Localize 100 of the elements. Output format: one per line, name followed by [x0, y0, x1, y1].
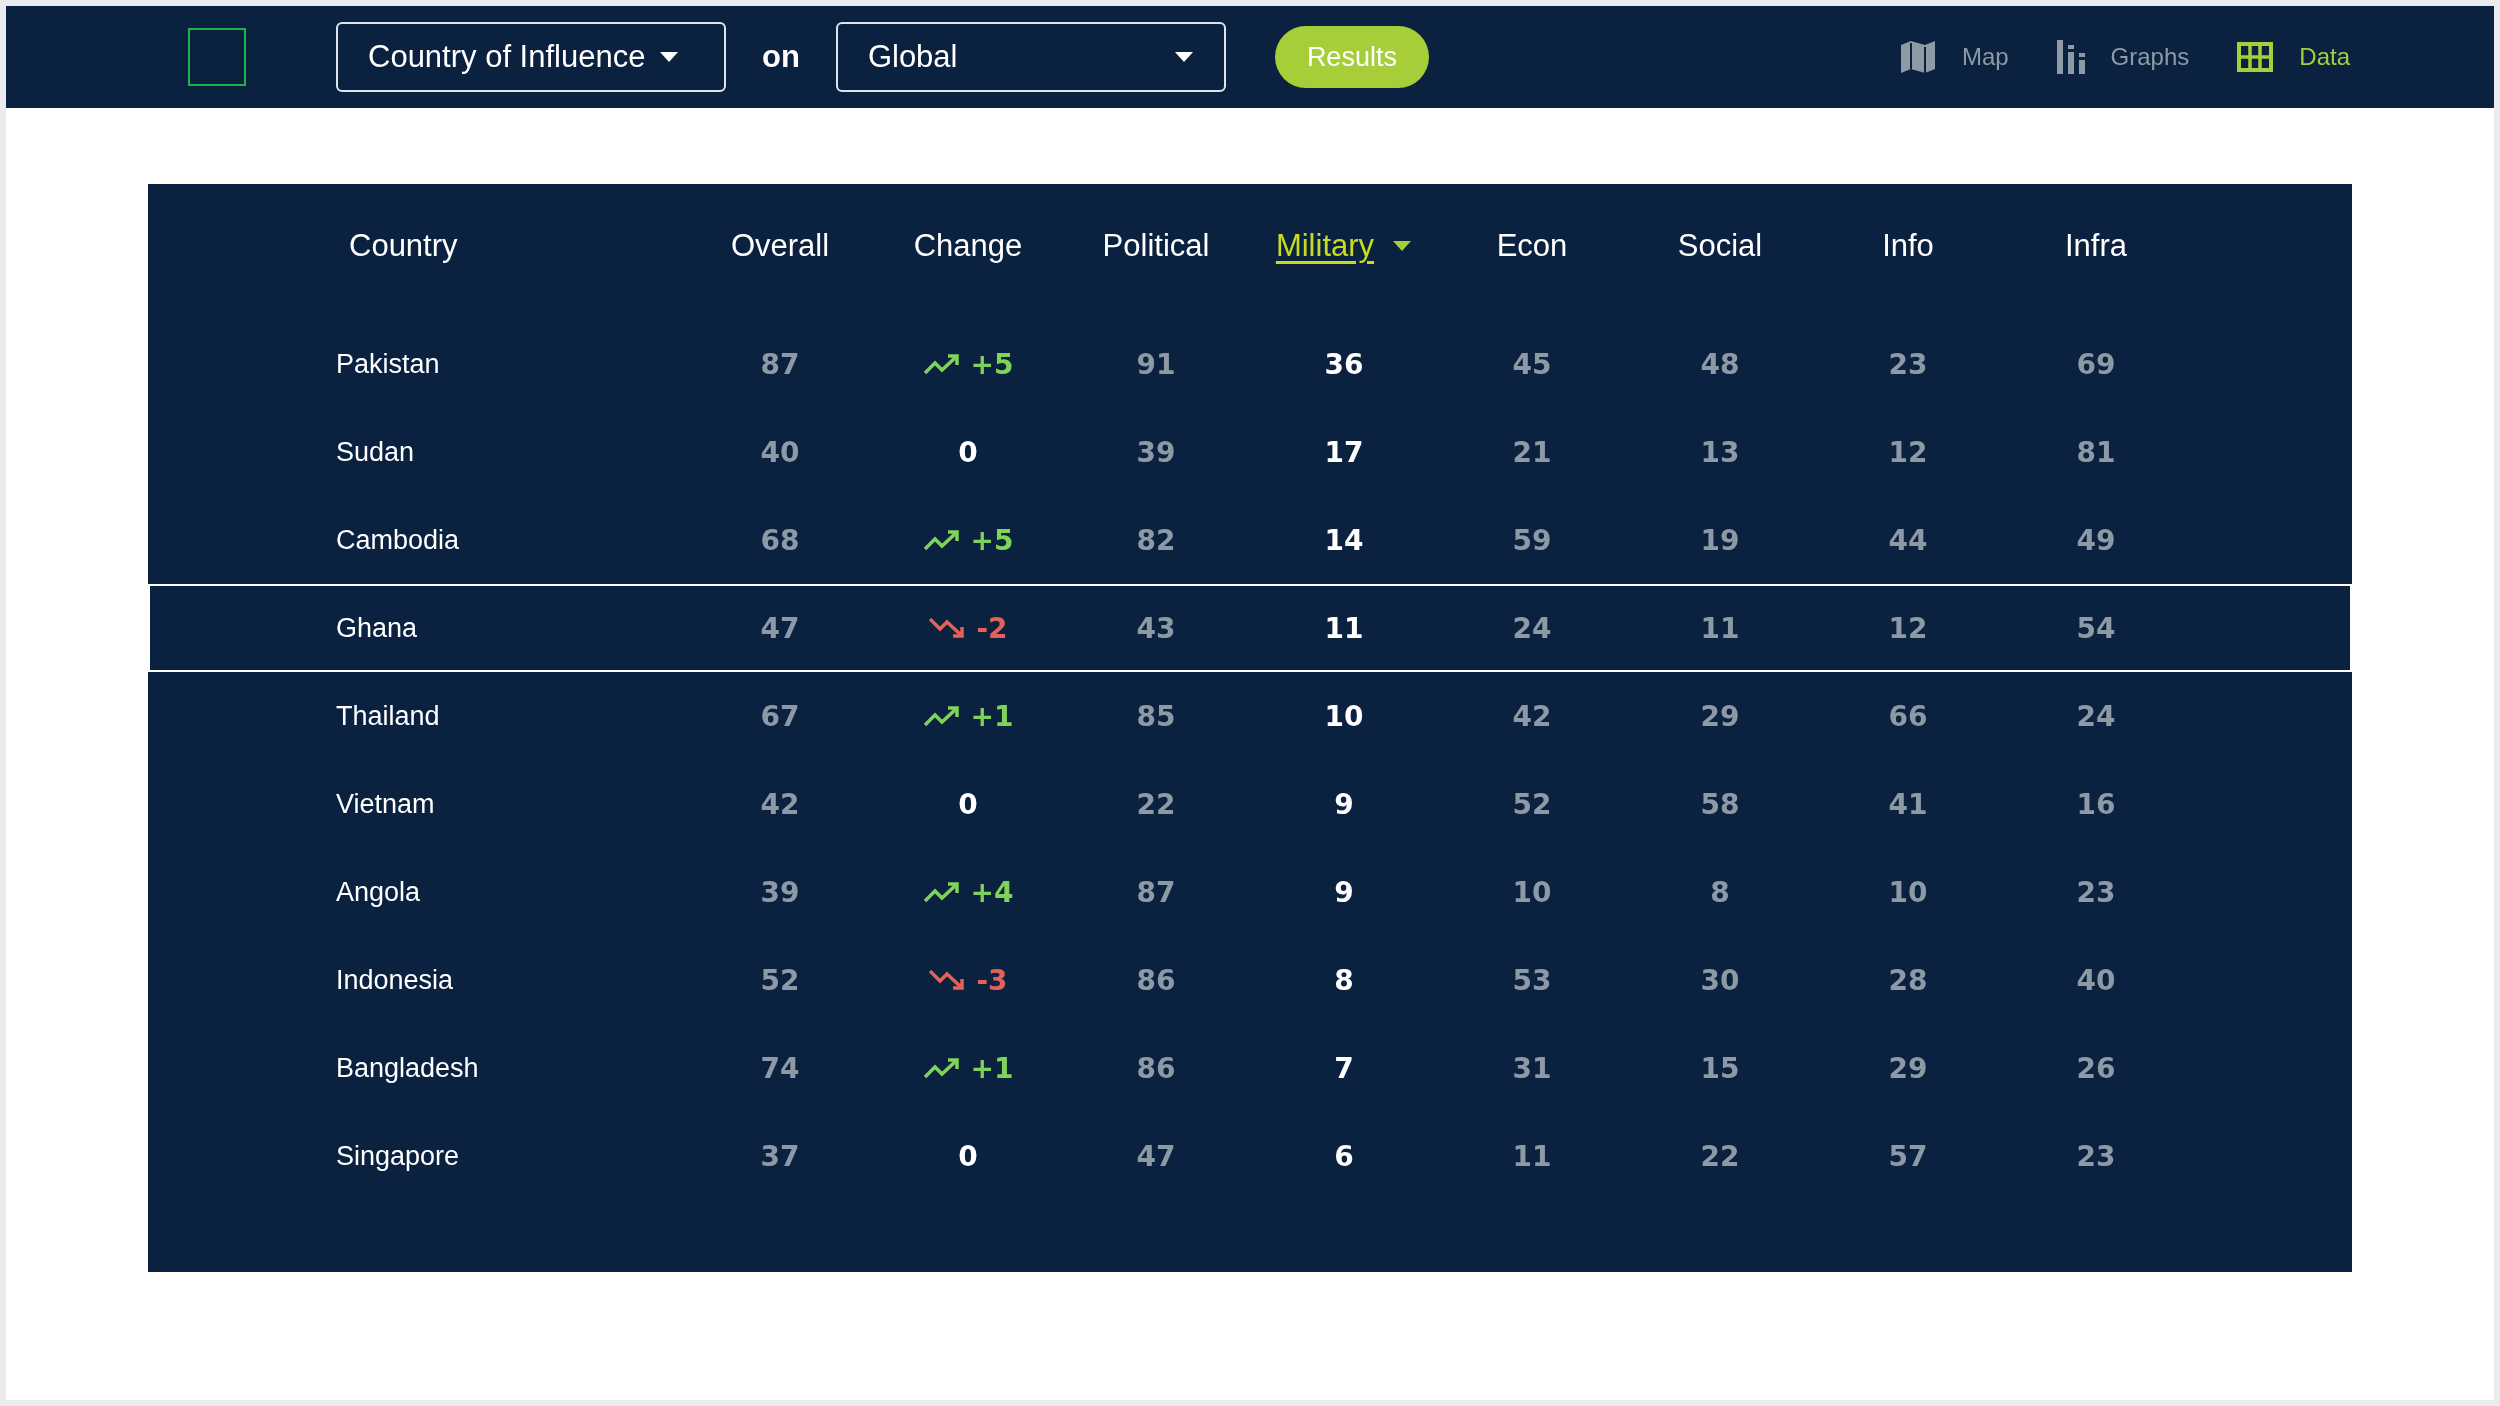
score-value: 23 — [2076, 875, 2116, 909]
column-header[interactable]: Infra — [2065, 228, 2127, 264]
trend-up-icon — [922, 881, 961, 903]
score-value: 43 — [1136, 611, 1176, 645]
country-name: Pakistan — [336, 348, 441, 380]
score-value: 42 — [760, 787, 800, 821]
score-value: 86 — [1136, 1051, 1176, 1085]
change-value: 0 — [958, 787, 978, 821]
country-name: Angola — [336, 876, 422, 908]
metric-dropdown[interactable]: Country of Influence — [336, 22, 726, 92]
score-value: 23 — [1888, 347, 1928, 381]
column-header[interactable]: Econ — [1496, 228, 1568, 264]
trend-up-icon — [922, 1057, 961, 1079]
map-icon[interactable] — [1899, 39, 1936, 75]
column-header[interactable]: Social — [1677, 228, 1763, 264]
score-value: 9 — [1334, 875, 1354, 909]
score-value: 53 — [1512, 963, 1552, 997]
score-value: 81 — [2076, 435, 2116, 469]
score-value: 59 — [1512, 523, 1552, 557]
score-value: 67 — [760, 699, 800, 733]
column-header[interactable]: Info — [1882, 228, 1934, 264]
score-value: 57 — [1888, 1139, 1928, 1173]
column-header[interactable]: Political — [1102, 228, 1210, 264]
score-value: 26 — [2076, 1051, 2116, 1085]
score-value: 87 — [760, 347, 800, 381]
score-value: 10 — [1888, 875, 1928, 909]
score-value: 11 — [1700, 611, 1740, 645]
change-value: +5 — [970, 347, 1014, 381]
country-name: Sudan — [336, 436, 416, 468]
score-value: 8 — [1710, 875, 1730, 909]
country-name: Indonesia — [336, 964, 455, 996]
score-value: 44 — [1888, 523, 1928, 557]
country-name: Singapore — [336, 1140, 461, 1172]
score-value: 13 — [1700, 435, 1740, 469]
score-value: 8 — [1334, 963, 1354, 997]
score-value: 16 — [2076, 787, 2116, 821]
score-value: 10 — [1512, 875, 1552, 909]
sort-caret-icon — [1392, 240, 1413, 252]
score-value: 29 — [1888, 1051, 1928, 1085]
score-value: 68 — [760, 523, 800, 557]
score-value: 42 — [1512, 699, 1552, 733]
bar-chart-icon[interactable] — [2056, 40, 2085, 74]
change-value: -2 — [976, 611, 1008, 645]
nav-link[interactable]: Data — [2299, 43, 2350, 71]
logo-square[interactable] — [188, 28, 246, 86]
region-dropdown[interactable]: Global — [835, 22, 1226, 92]
caret-icon — [1173, 51, 1194, 63]
trend-down-icon — [928, 969, 967, 991]
score-value: 31 — [1512, 1051, 1552, 1085]
score-value: 82 — [1136, 523, 1176, 557]
score-value: 12 — [1888, 611, 1928, 645]
score-value: 49 — [2076, 523, 2116, 557]
caret-icon — [659, 51, 680, 63]
score-value: 66 — [1888, 699, 1928, 733]
nav-link[interactable]: Graphs — [2110, 43, 2190, 71]
selected-row[interactable]: Ghana 47 -2 43 11 24 11 12 54 — [148, 584, 2352, 672]
score-value: 28 — [1888, 963, 1928, 997]
score-value: 54 — [2076, 611, 2116, 645]
country-name: Cambodia — [336, 524, 461, 556]
change-value: +5 — [970, 523, 1014, 557]
change-value: +1 — [970, 699, 1014, 733]
trend-up-icon — [922, 529, 961, 551]
score-value: 10 — [1324, 699, 1364, 733]
score-value: 9 — [1334, 787, 1354, 821]
score-value: 47 — [760, 611, 800, 645]
column-header[interactable]: Country — [349, 228, 458, 264]
score-value: 58 — [1700, 787, 1740, 821]
column-header[interactable]: Overall — [730, 228, 830, 264]
score-value: 37 — [760, 1139, 800, 1173]
change-value: 0 — [958, 1139, 978, 1173]
change-value: +1 — [970, 1051, 1014, 1085]
score-value: 24 — [2076, 699, 2116, 733]
score-value: 74 — [760, 1051, 800, 1085]
country-name: Bangladesh — [336, 1052, 480, 1084]
trend-up-icon — [922, 353, 961, 375]
column-header[interactable]: Change — [913, 228, 1023, 264]
score-value: 47 — [1136, 1139, 1176, 1173]
change-value: -3 — [976, 963, 1008, 997]
score-value: 29 — [1700, 699, 1740, 733]
score-value: 52 — [1512, 787, 1552, 821]
change-value: +4 — [970, 875, 1014, 909]
score-value: 19 — [1700, 523, 1740, 557]
trend-up-icon — [922, 705, 961, 727]
score-value: 40 — [760, 435, 800, 469]
change-value: 0 — [958, 435, 978, 469]
score-value: 91 — [1136, 347, 1176, 381]
country-name: Thailand — [336, 700, 441, 732]
score-value: 22 — [1136, 787, 1176, 821]
score-value: 52 — [760, 963, 800, 997]
score-value: 40 — [2076, 963, 2116, 997]
score-value: 7 — [1334, 1051, 1354, 1085]
score-value: 15 — [1700, 1051, 1740, 1085]
score-value: 12 — [1888, 435, 1928, 469]
connector-text: on — [762, 39, 800, 75]
score-value: 11 — [1324, 611, 1364, 645]
score-value: 48 — [1700, 347, 1740, 381]
column-header[interactable]: Military — [1275, 228, 1375, 264]
country-name: Vietnam — [336, 788, 436, 820]
grid-icon[interactable] — [2237, 42, 2274, 72]
nav-link[interactable]: Map — [1961, 43, 2009, 71]
